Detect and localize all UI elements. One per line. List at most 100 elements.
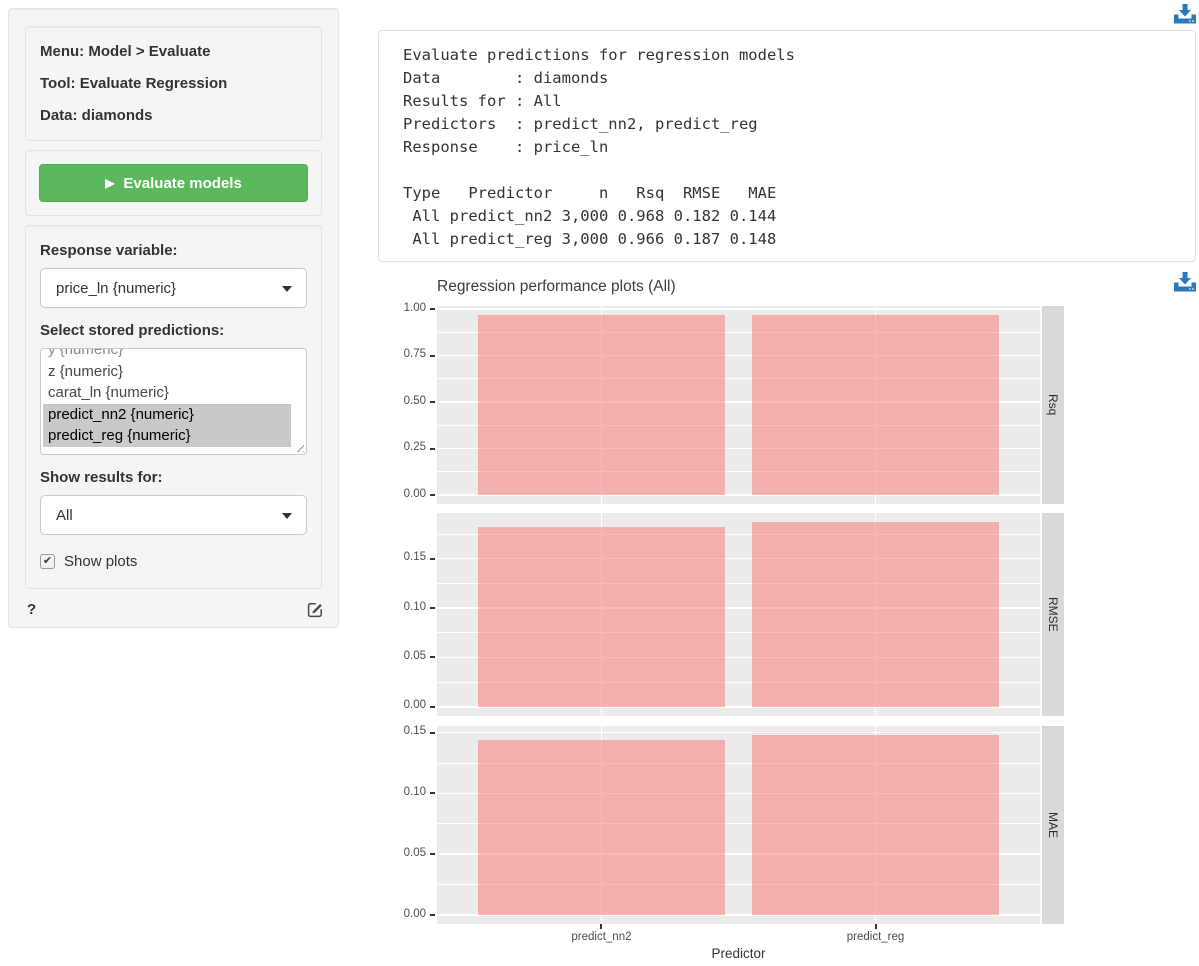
show-plots-label[interactable]: Show plots (64, 553, 137, 570)
edit-button[interactable] (307, 601, 324, 618)
facet-strip-label: Rsq (1046, 394, 1060, 415)
y-minor-gridline (437, 884, 1040, 885)
response-variable-select[interactable]: price_ln {numeric} (40, 268, 307, 308)
x-gridline (875, 513, 877, 716)
y-tick-label: 0.10 (380, 601, 426, 615)
x-gridline (875, 726, 877, 924)
y-minor-gridline (437, 763, 1040, 764)
y-tick (430, 558, 435, 560)
facet-strip-MAE: MAE (1042, 726, 1064, 924)
y-minor-gridline (437, 425, 1040, 426)
x-tick (875, 924, 877, 929)
sidebar: Menu: Model > Evaluate Tool: Evaluate Re… (8, 8, 339, 628)
prediction-option[interactable]: y {numeric} (43, 348, 291, 361)
bar-predict_reg-MAE (752, 735, 999, 915)
evaluate-models-label: Evaluate models (123, 175, 241, 192)
y-tick (430, 494, 435, 496)
y-tick-label: 0.15 (380, 551, 426, 565)
y-major-gridline (437, 793, 1040, 795)
y-major-gridline (437, 355, 1040, 357)
chevron-down-icon (282, 513, 292, 519)
x-tick-label: predict_reg (816, 931, 936, 945)
x-gridline (875, 306, 877, 504)
chevron-down-icon (282, 286, 292, 292)
y-tick (430, 914, 435, 916)
y-major-gridline (437, 308, 1040, 310)
menu-info-box: Menu: Model > Evaluate Tool: Evaluate Re… (25, 26, 322, 141)
prediction-option[interactable]: carat_ln {numeric} (43, 382, 291, 404)
y-minor-gridline (437, 823, 1040, 824)
summary-output-panel: Evaluate predictions for regression mode… (378, 30, 1196, 262)
help-button[interactable]: ? (27, 601, 36, 618)
prediction-option[interactable]: predict_nn2 {numeric} (43, 404, 291, 426)
download-summary-button[interactable] (1174, 4, 1196, 24)
y-tick (430, 308, 435, 310)
y-major-gridline (437, 657, 1040, 659)
show-plots-row: ✔ Show plots (40, 553, 307, 570)
controls-box: Response variable: price_ln {numeric} Se… (25, 225, 322, 589)
y-major-gridline (437, 732, 1040, 734)
bar-predict_nn2-Rsq (478, 315, 725, 495)
bar-predict_nn2-RMSE (478, 527, 725, 707)
show-results-for-value: All (56, 507, 73, 524)
resize-handle[interactable] (294, 442, 304, 452)
show-results-for-label: Show results for: (40, 469, 307, 486)
x-tick-label: predict_nn2 (541, 931, 661, 945)
x-tick (600, 924, 602, 929)
stored-predictions-multiselect[interactable]: y {numeric}z {numeric}carat_ln {numeric}… (40, 348, 307, 455)
tool-name: Tool: Evaluate Regression (40, 71, 307, 96)
y-major-gridline (437, 494, 1040, 496)
y-tick-label: 0.15 (380, 725, 426, 739)
y-tick-label: 0.05 (380, 847, 426, 861)
y-tick-label: 0.05 (380, 650, 426, 664)
response-variable-value: price_ln {numeric} (56, 280, 176, 297)
x-axis-title: Predictor (679, 946, 799, 964)
facet-panel-RMSE (437, 513, 1040, 716)
run-box: ▶ Evaluate models (25, 150, 322, 216)
dataset-name: Data: diamonds (40, 103, 307, 128)
y-minor-gridline (437, 534, 1040, 535)
y-tick (430, 853, 435, 855)
y-minor-gridline (437, 682, 1040, 683)
bar-predict_reg-RMSE (752, 522, 999, 707)
x-gridline (601, 306, 603, 504)
prediction-option[interactable]: z {numeric} (43, 361, 291, 383)
y-tick-label: 0.00 (380, 908, 426, 922)
download-icon (1174, 272, 1196, 292)
x-gridline (601, 726, 603, 924)
y-minor-gridline (437, 583, 1040, 584)
facet-panel-Rsq (437, 306, 1040, 504)
download-plot-button[interactable] (1174, 272, 1196, 292)
y-minor-gridline (437, 378, 1040, 379)
show-plots-checkbox[interactable]: ✔ (40, 554, 55, 569)
y-major-gridline (437, 914, 1040, 916)
y-tick (430, 732, 435, 734)
x-gridline (601, 513, 603, 716)
y-tick-label: 0.75 (380, 348, 426, 362)
facet-strip-label: MAE (1046, 812, 1060, 838)
y-major-gridline (437, 706, 1040, 708)
show-results-for-select[interactable]: All (40, 495, 307, 535)
stored-predictions-label: Select stored predictions: (40, 322, 307, 339)
page-root: Menu: Model > Evaluate Tool: Evaluate Re… (0, 0, 1199, 966)
facet-strip-Rsq: Rsq (1042, 306, 1064, 504)
y-tick (430, 448, 435, 450)
facet-panel-MAE (437, 726, 1040, 924)
bar-predict_reg-Rsq (752, 315, 999, 495)
y-major-gridline (437, 558, 1040, 560)
y-tick (430, 656, 435, 658)
evaluate-models-button[interactable]: ▶ Evaluate models (39, 164, 308, 202)
y-tick-label: 0.25 (380, 441, 426, 455)
y-tick (430, 706, 435, 708)
download-icon (1174, 4, 1196, 24)
chart-title: Regression performance plots (All) (437, 278, 676, 296)
y-tick-label: 0.00 (380, 699, 426, 713)
y-major-gridline (437, 853, 1040, 855)
bar-predict_nn2-MAE (478, 740, 725, 915)
y-minor-gridline (437, 632, 1040, 633)
menu-breadcrumb: Menu: Model > Evaluate (40, 39, 307, 64)
prediction-option[interactable]: predict_reg {numeric} (43, 425, 291, 447)
y-minor-gridline (437, 332, 1040, 333)
y-major-gridline (437, 448, 1040, 450)
sidebar-footer: ? (27, 597, 324, 621)
